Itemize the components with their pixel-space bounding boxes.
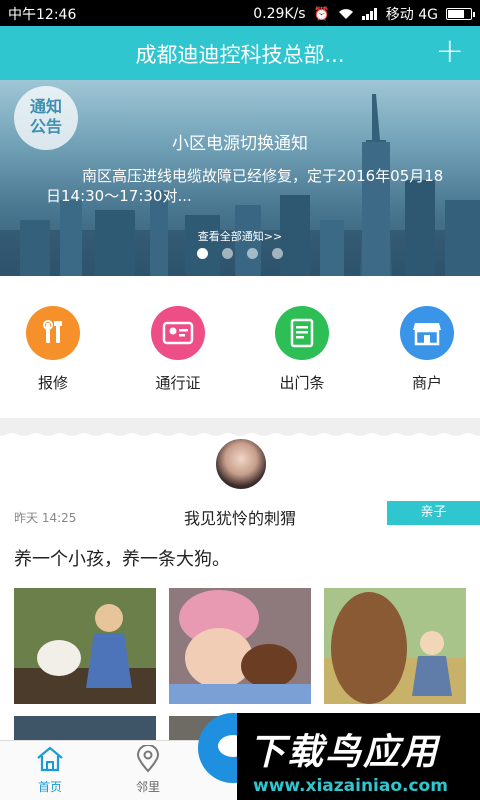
merchant-button[interactable]: 商户 xyxy=(377,306,477,393)
tab-neighbors-label: 邻里 xyxy=(135,780,160,794)
category-tag[interactable]: 亲子 xyxy=(387,501,480,525)
wifi-icon xyxy=(338,9,353,19)
post-text: 养一个小孩，养一条大狗。 xyxy=(14,549,230,570)
receipt-icon xyxy=(275,306,329,360)
alarm-icon: ⏰ xyxy=(313,6,330,22)
carousel-indicator xyxy=(197,248,283,259)
view-all-notices-link[interactable]: 查看全部通知>> xyxy=(0,228,480,244)
tab-neighbors[interactable]: 邻里 xyxy=(108,744,188,795)
merchant-label: 商户 xyxy=(411,374,442,392)
avatar[interactable] xyxy=(214,437,268,491)
carousel-dot[interactable] xyxy=(247,248,258,259)
status-time: 中午12:46 xyxy=(8,7,77,23)
tab-home-label: 首页 xyxy=(37,780,62,794)
id-card-icon xyxy=(151,306,205,360)
signal-icon xyxy=(361,8,377,20)
location-pin-icon xyxy=(136,744,160,773)
watermark-url: www.xiazainiao.com xyxy=(253,776,448,796)
shop-icon xyxy=(400,306,454,360)
network-speed: 0.29K/s xyxy=(253,6,306,22)
notice-banner[interactable]: 通知 公告 小区电源切换通知 南区高压进线电缆故障已经修复，定于2016年05月… xyxy=(0,80,480,276)
community-title[interactable]: 成都迪迪控科技总部... xyxy=(0,39,480,69)
tab-home[interactable]: 首页 xyxy=(10,745,90,795)
carousel-dot[interactable] xyxy=(272,248,283,259)
carrier-label: 移动 4G xyxy=(385,7,438,23)
add-button[interactable]: + xyxy=(436,34,465,68)
repair-button[interactable]: 报修 xyxy=(3,306,103,393)
carousel-dot[interactable] xyxy=(222,248,233,259)
notice-title: 小区电源切换通知 xyxy=(172,134,308,154)
home-icon xyxy=(37,746,63,772)
repair-label: 报修 xyxy=(37,374,68,392)
exit-slip-label: 出门条 xyxy=(279,374,325,392)
post-photo[interactable] xyxy=(324,588,466,704)
battery-icon xyxy=(446,8,475,20)
watermark: 下载鸟应用 www.xiazainiao.com xyxy=(237,713,480,800)
notice-body: 南区高压进线电缆故障已经修复，定于2016年05月18日14:30～17:30对… xyxy=(46,167,444,205)
watermark-brand: 下载鸟应用 xyxy=(249,732,440,773)
pass-button[interactable]: 通行证 xyxy=(128,306,228,393)
carousel-dot[interactable] xyxy=(197,248,208,259)
quick-actions: 报修 通行证 出门条 商户 xyxy=(0,276,480,418)
pass-label: 通行证 xyxy=(155,374,201,392)
post-photo[interactable] xyxy=(169,588,311,704)
app-header: 成都迪迪控科技总部... + xyxy=(0,26,480,80)
exit-slip-button[interactable]: 出门条 xyxy=(252,306,352,393)
repair-tools-icon xyxy=(26,306,80,360)
post-photo[interactable] xyxy=(14,588,156,704)
status-bar: 中午12:46 0.29K/s ⏰ 移动 4G xyxy=(0,0,480,26)
